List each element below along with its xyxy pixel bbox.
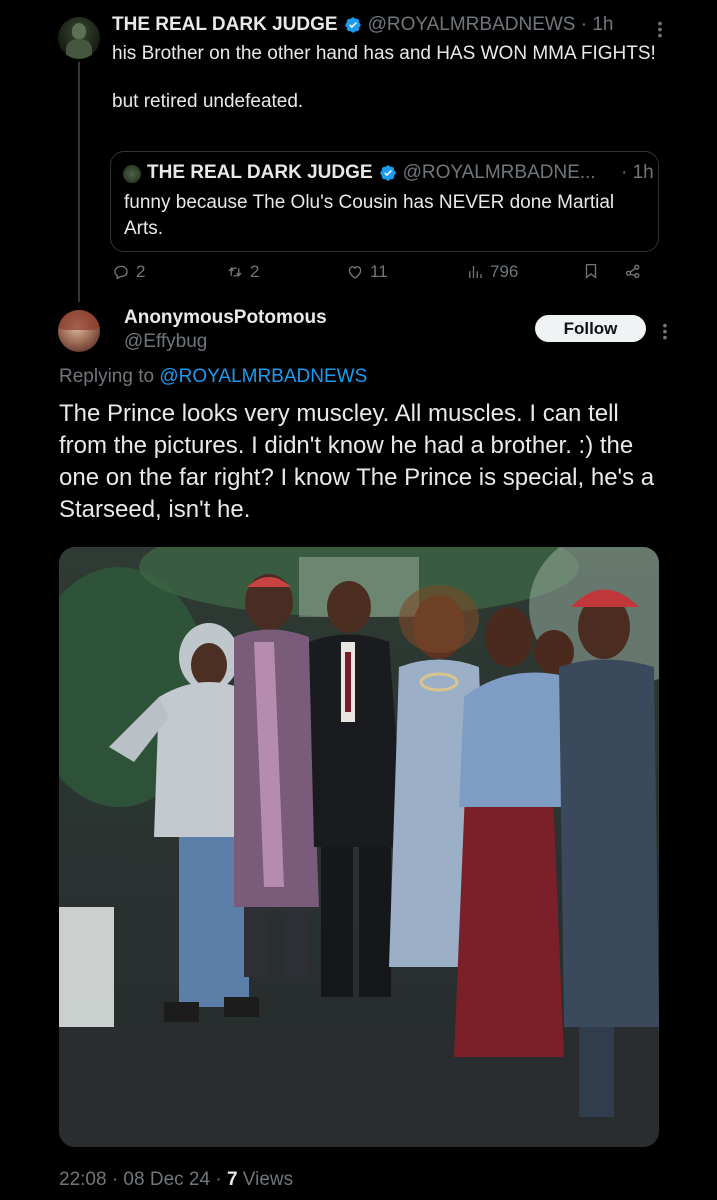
tweet-text: his Brother on the other hand has and HA… [112, 43, 656, 112]
repost-button[interactable]: 2 [226, 262, 259, 282]
avatar [123, 165, 141, 183]
tweet-text: The Prince looks very muscley. All muscl… [59, 400, 655, 523]
views-count: 7 [226, 1169, 238, 1190]
author-handle[interactable]: @ROYALMRBADNEWS [368, 14, 576, 36]
timestamp[interactable]: 22:08 · 08 Dec 24 · [59, 1169, 227, 1190]
quoted-tweet[interactable]: THE REAL DARK JUDGE @ROYALMRBADNE... · 1… [110, 151, 659, 252]
share-button[interactable] [624, 262, 642, 280]
repost-count: 2 [250, 262, 260, 281]
replying-prefix: Replying to [59, 366, 160, 387]
author-name[interactable]: AnonymousPotomous [124, 307, 327, 329]
views-icon [469, 266, 482, 278]
action-bar: 2 2 11 796 [108, 258, 668, 288]
reply-button[interactable]: 2 [112, 262, 145, 282]
more-icon[interactable]: • • • [655, 16, 665, 42]
verified-icon [379, 165, 396, 181]
like-button[interactable]: 11 [346, 262, 388, 282]
tweet-photo[interactable] [59, 547, 659, 1147]
avatar[interactable] [58, 310, 100, 352]
quoted-handle: @ROYALMRBADNE... [402, 162, 596, 183]
quoted-header: THE REAL DARK JUDGE @ROYALMRBADNE... · 1… [147, 162, 654, 184]
follow-button[interactable]: Follow [535, 315, 646, 342]
repost-icon [228, 266, 242, 278]
quoted-time: · 1h [621, 162, 654, 183]
avatar[interactable] [58, 17, 100, 59]
quoted-text: funny because The Olu's Cousin has NEVER… [124, 192, 615, 239]
replying-to-link[interactable]: @ROYALMRBADNEWS [159, 366, 367, 387]
more-icon[interactable]: • • • [660, 318, 670, 344]
like-count: 11 [370, 262, 388, 281]
bookmark-icon [585, 263, 597, 279]
separator: · [580, 14, 588, 35]
group-photo-image [59, 547, 659, 1147]
tweet-time[interactable]: 1h [592, 14, 613, 36]
reply-count: 2 [136, 262, 146, 281]
views-count: 796 [490, 262, 519, 281]
top-tweet[interactable]: THE REAL DARK JUDGE @ROYALMRBADNEWS · 1h… [0, 0, 717, 300]
bookmark-button[interactable] [582, 262, 600, 280]
share-icon [625, 264, 640, 279]
views-button[interactable]: 796 [466, 262, 518, 282]
author-handle[interactable]: @Effybug [124, 331, 207, 353]
views-label: Views [237, 1169, 294, 1190]
tweet-footer: 22:08 · 08 Dec 24 · 7 Views [59, 1169, 293, 1191]
tweet-header: THE REAL DARK JUDGE @ROYALMRBADNEWS · 1h [112, 14, 614, 36]
like-icon [348, 266, 362, 279]
quoted-author-name: THE REAL DARK JUDGE [147, 162, 373, 183]
author-name[interactable]: THE REAL DARK JUDGE [112, 14, 338, 36]
verified-icon [344, 17, 361, 33]
reply-icon [114, 265, 128, 280]
replying-to: Replying to @ROYALMRBADNEWS [59, 366, 367, 388]
